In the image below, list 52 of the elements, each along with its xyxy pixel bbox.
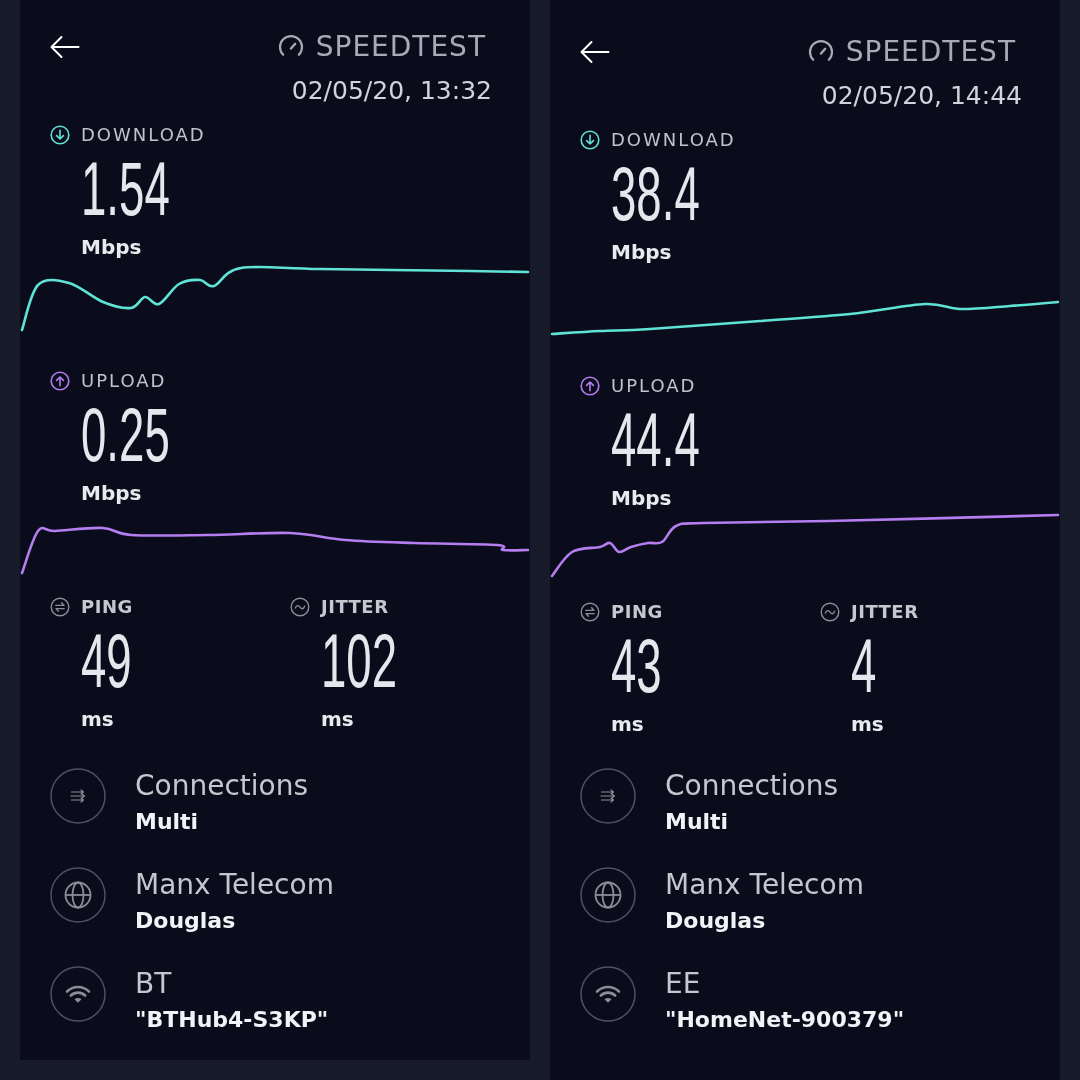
globe-icon [50,867,106,923]
detail-value: "HomeNet-900379" [665,1007,905,1033]
metric-label: DOWNLOAD [81,123,206,147]
detail-title: Connections [665,770,839,802]
metric-label: DOWNLOAD [611,128,736,152]
detail-value: Douglas [665,908,766,934]
detail-title: Manx Telecom [665,869,864,901]
speed-value: 1.54 [81,154,170,224]
ping-value: 43 [611,631,662,701]
detail-title: EE [665,968,701,1000]
jitter-value: 102 [321,626,398,696]
speed-value: 38.4 [611,159,700,229]
metric-label: UPLOAD [611,374,697,398]
detail-title: BT [135,968,172,1000]
app-title: SPEEDTEST [845,35,1016,69]
ping-value: 49 [81,626,132,696]
metric-label: PING [81,595,133,619]
parallel-arrows-icon [580,768,636,824]
parallel-arrows-icon [50,768,106,824]
test-timestamp: 02/05/20, 14:44 [821,80,1022,112]
app-title: SPEEDTEST [315,30,486,64]
unit-label: Mbps [611,240,672,264]
unit-label: Mbps [81,235,142,259]
globe-icon [580,867,636,923]
unit-label: ms [611,712,644,736]
speed-value: 44.4 [611,405,700,475]
unit-label: Mbps [611,486,672,510]
metric-label: PING [611,600,663,624]
detail-value: Douglas [135,908,236,934]
metric-label: JITTER [321,595,389,619]
detail-title: Manx Telecom [135,869,334,901]
exchange-arrows-icon [50,597,70,617]
wifi-icon [580,966,636,1022]
back-arrow-icon[interactable] [50,35,80,59]
wave-icon [820,602,840,622]
speed-value: 0.25 [81,400,170,470]
exchange-arrows-icon [580,602,600,622]
back-arrow-icon[interactable] [580,40,610,64]
test-timestamp: 02/05/20, 13:32 [291,75,492,107]
unit-label: ms [81,707,114,731]
detail-value: Multi [135,809,199,835]
detail-title: Connections [135,770,309,802]
unit-label: Mbps [81,481,142,505]
unit-label: ms [851,712,884,736]
wave-icon [290,597,310,617]
detail-value: "BTHub4-S3KP" [135,1007,329,1033]
metric-label: JITTER [851,600,919,624]
jitter-value: 4 [851,631,877,701]
metric-label: UPLOAD [81,369,167,393]
unit-label: ms [321,707,354,731]
wifi-icon [50,966,106,1022]
detail-value: Multi [665,809,729,835]
